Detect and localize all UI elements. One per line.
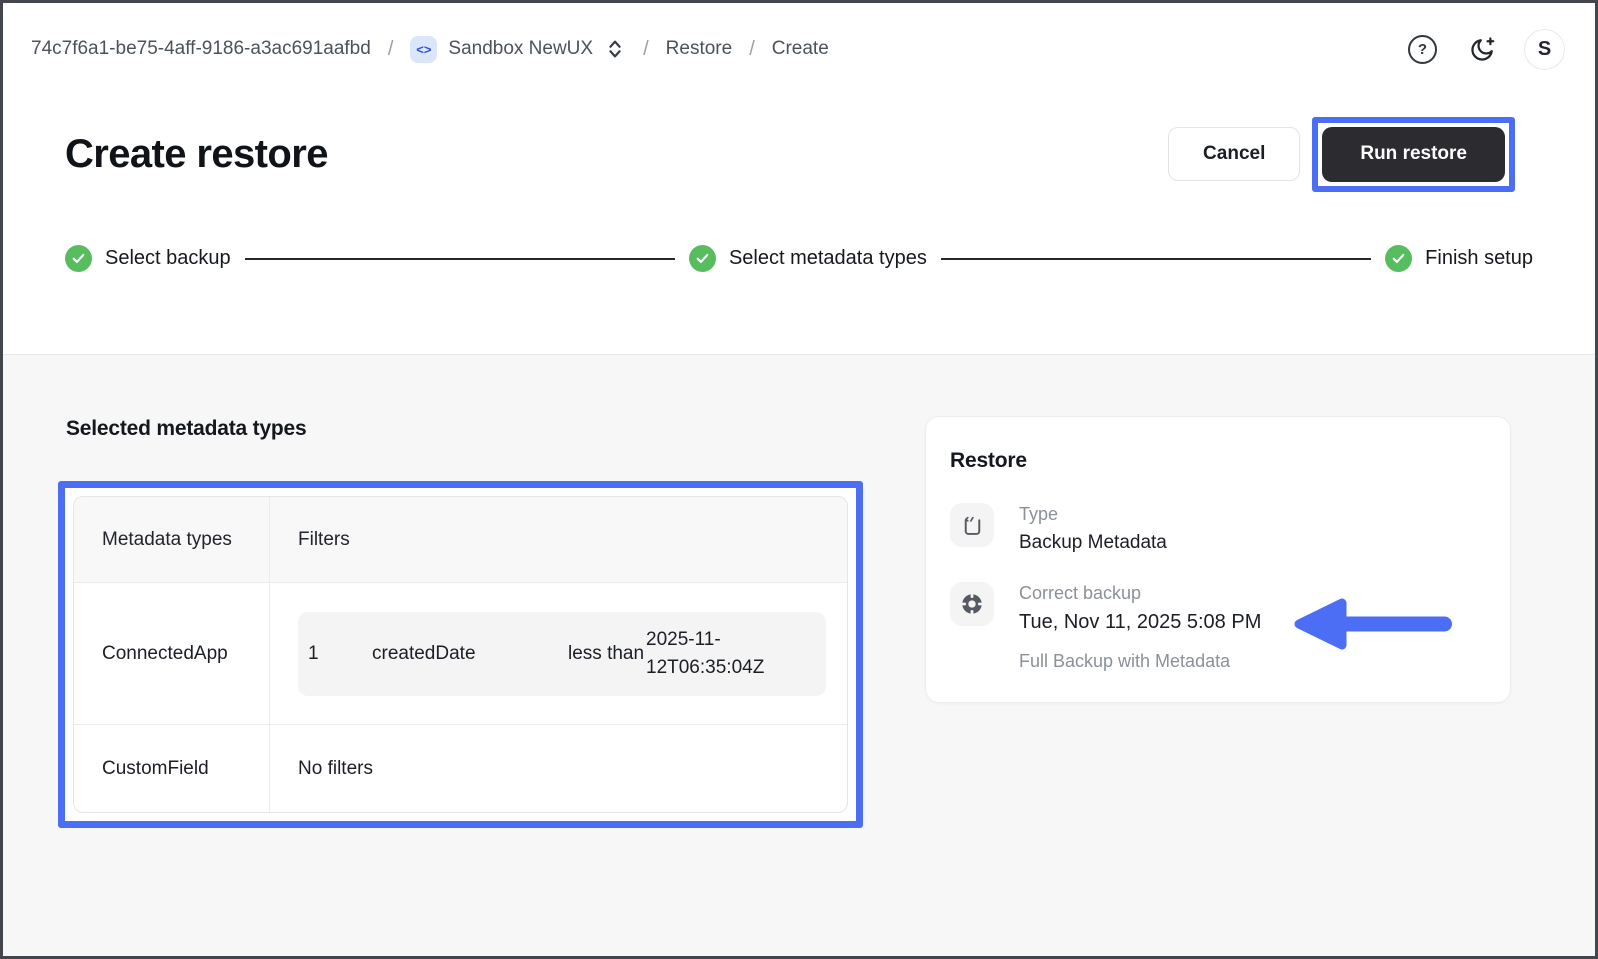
breadcrumb-separator: / (749, 37, 755, 60)
page-title: Create restore (65, 131, 328, 176)
section-title: Selected metadata types (66, 417, 307, 440)
table-header-row: Metadata types Filters (74, 497, 847, 583)
metadata-types-table: Metadata types Filters ConnectedApp 1 cr… (73, 496, 848, 813)
environment-selector[interactable]: <> Sandbox NewUX (410, 35, 626, 63)
user-avatar[interactable]: S (1524, 28, 1565, 70)
metadata-backup-icon (950, 503, 994, 547)
stepper: Select backup Select metadata types Fini… (3, 245, 1595, 272)
filter-value: 2025-11-12T06:35:04Z (646, 628, 765, 678)
breadcrumb-restore[interactable]: Restore (666, 38, 733, 60)
summary-item-text: Type Backup Metadata (1019, 503, 1167, 554)
summary-item-type: Type Backup Metadata (950, 503, 1482, 554)
stepper-step-label: Finish setup (1425, 247, 1533, 269)
filter-chip: 1 createdDate less than 2025-11-12T06:35… (298, 611, 826, 696)
card-title: Restore (950, 449, 1027, 472)
run-restore-button[interactable]: Run restore (1322, 126, 1505, 182)
breadcrumb-org-id[interactable]: 74c7f6a1-be75-4aff-9186-a3ac691aafbd (31, 38, 371, 60)
run-restore-highlight-box: Run restore (1312, 116, 1515, 192)
page-actions: Cancel Run restore (1168, 116, 1515, 192)
stepper-step-label: Select metadata types (728, 247, 927, 269)
breadcrumb-separator: / (387, 37, 394, 60)
filters-cell: No filters (298, 757, 373, 779)
stepper-connector (244, 257, 675, 260)
environment-name: Sandbox NewUX (448, 38, 594, 59)
item-value: Tue, Nov 11, 2025 5:08 PM (1019, 611, 1262, 633)
main-content: Selected metadata types Metadata types F… (3, 354, 1595, 956)
stepper-step-label: Select backup (105, 247, 231, 269)
title-row: Create restore Cancel Run restore (3, 109, 1595, 199)
selected-metadata-section: Selected metadata types Metadata types F… (58, 415, 863, 828)
chevron-up-down-icon[interactable] (604, 37, 626, 61)
item-sub-label: Full Backup with Metadata (1019, 651, 1231, 671)
stepper-step-select-metadata-types[interactable]: Select metadata types (688, 245, 927, 272)
breadcrumb-create[interactable]: Create (772, 38, 829, 60)
annotation-arrow-left-icon (1294, 598, 1452, 650)
metadata-type-cell: CustomField (74, 725, 270, 812)
breadcrumb: 74c7f6a1-be75-4aff-9186-a3ac691aafbd / <… (3, 3, 1595, 95)
item-label: Type (1019, 504, 1059, 524)
check-circle-icon (688, 245, 716, 272)
filter-operator: less than (568, 642, 645, 664)
metadata-type-cell: ConnectedApp (74, 583, 270, 724)
cancel-button[interactable]: Cancel (1168, 127, 1301, 181)
help-icon[interactable]: ? (1408, 34, 1437, 64)
filters-cell: 1 createdDate less than 2025-11-12T06:35… (270, 583, 847, 724)
stepper-connector (940, 257, 1372, 260)
restore-summary-card: Restore Type Backup Metadata Correct bac… (925, 416, 1511, 703)
check-circle-icon (1385, 245, 1413, 272)
stepper-step-select-backup[interactable]: Select backup (65, 245, 231, 272)
filter-field: createdDate (372, 642, 476, 664)
summary-item-text: Correct backup Tue, Nov 11, 2025 5:08 PM… (1019, 582, 1261, 672)
check-circle-icon (65, 245, 92, 272)
breadcrumb-separator: / (643, 37, 649, 60)
dark-mode-moon-icon[interactable] (1469, 36, 1496, 63)
lifebuoy-icon (950, 582, 994, 626)
filter-index: 1 (308, 642, 319, 664)
table-row: ConnectedApp 1 createdDate less than 202… (74, 583, 847, 725)
stepper-step-finish-setup[interactable]: Finish setup (1385, 245, 1533, 272)
column-header-filters: Filters (298, 528, 350, 550)
column-header-metadata-types: Metadata types (74, 497, 270, 582)
item-value: Backup Metadata (1019, 532, 1167, 553)
table-highlight-box: Metadata types Filters ConnectedApp 1 cr… (58, 481, 863, 828)
table-row: CustomField No filters (74, 725, 847, 812)
app-window: 74c7f6a1-be75-4aff-9186-a3ac691aafbd / <… (0, 0, 1598, 959)
code-icon: <> (410, 35, 438, 63)
item-label: Correct backup (1019, 583, 1142, 603)
